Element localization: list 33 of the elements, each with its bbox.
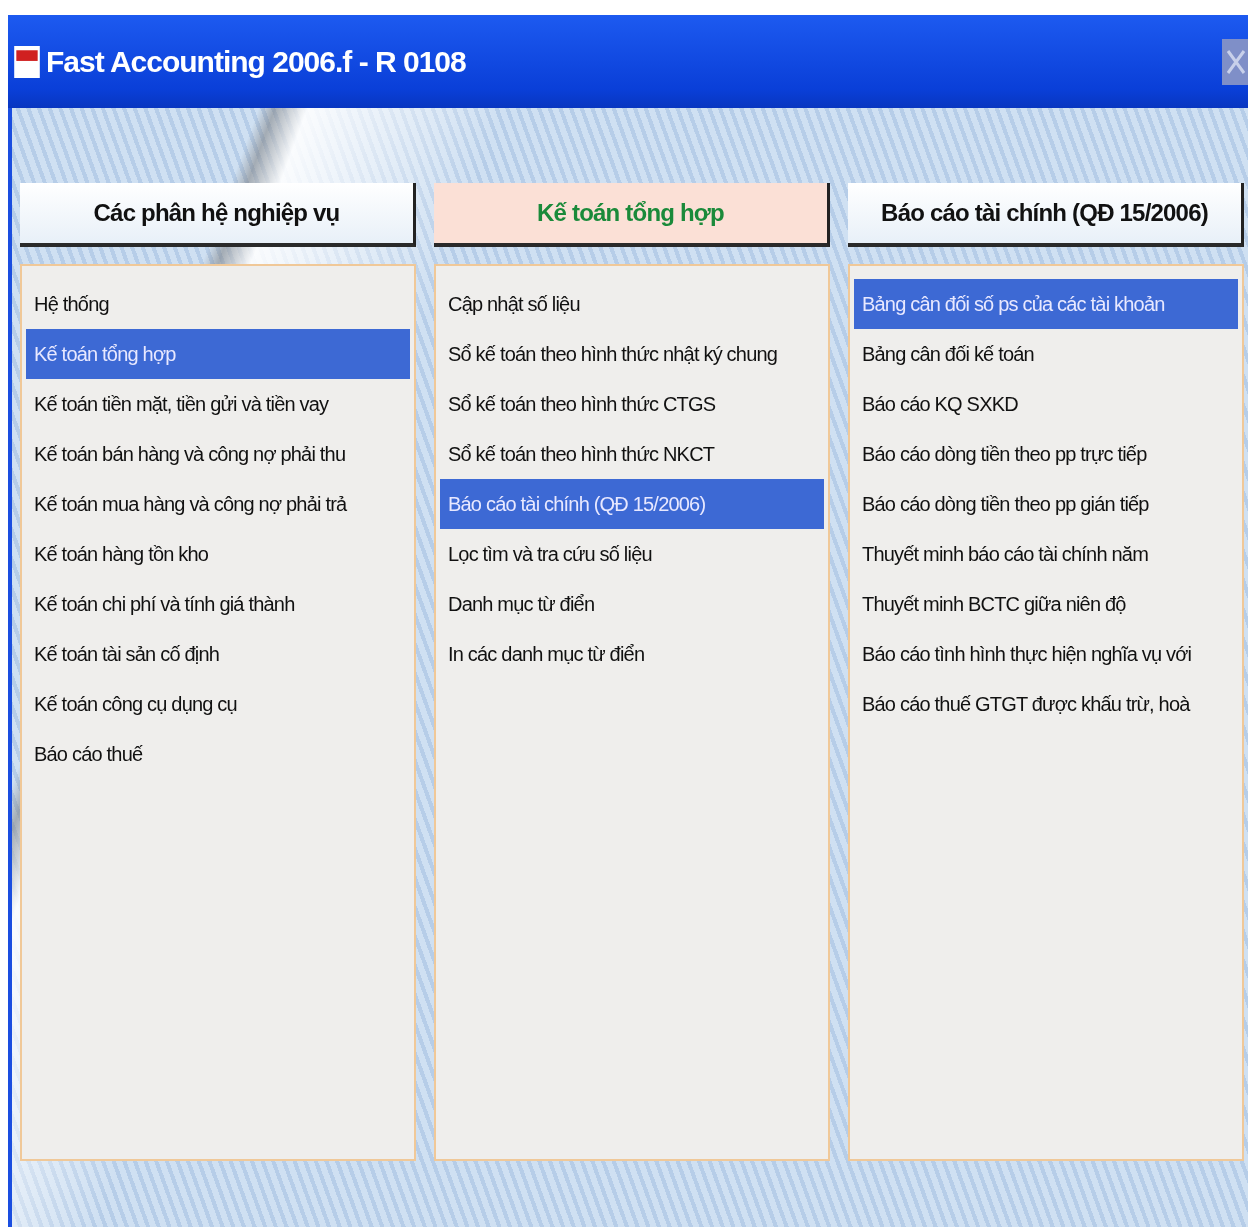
menu-item[interactable]: Bảng cân đối số ps của các tài khoản bbox=[854, 279, 1238, 329]
menu-item[interactable]: Kế toán công cụ dụng cụ bbox=[26, 679, 410, 729]
menu-item[interactable]: Kế toán hàng tồn kho bbox=[26, 529, 410, 579]
menu-item[interactable]: Cập nhật số liệu bbox=[440, 279, 824, 329]
column-header: Báo cáo tài chính (QĐ 15/2006) bbox=[848, 183, 1244, 247]
menu-item[interactable]: Kế toán chi phí và tính giá thành bbox=[26, 579, 410, 629]
menu-item[interactable]: Báo cáo dòng tiền theo pp gián tiếp bbox=[854, 479, 1238, 529]
menu-item[interactable]: Thuyết minh BCTC giữa niên độ bbox=[854, 579, 1238, 629]
menu-item[interactable]: Sổ kế toán theo hình thức CTGS bbox=[440, 379, 824, 429]
app-logo-icon bbox=[14, 45, 40, 78]
menu-item[interactable]: Báo cáo KQ SXKD bbox=[854, 379, 1238, 429]
menu-item[interactable]: Danh mục từ điển bbox=[440, 579, 824, 629]
menu-item[interactable]: Sổ kế toán theo hình thức NKCT bbox=[440, 429, 824, 479]
menu-item[interactable]: Báo cáo dòng tiền theo pp trực tiếp bbox=[854, 429, 1238, 479]
menu-item[interactable]: Lọc tìm và tra cứu số liệu bbox=[440, 529, 824, 579]
menu-item[interactable]: Kế toán mua hàng và công nợ phải trả bbox=[26, 479, 410, 529]
menu-item[interactable]: Báo cáo tài chính (QĐ 15/2006) bbox=[440, 479, 824, 529]
menu-item[interactable]: Thuyết minh báo cáo tài chính năm bbox=[854, 529, 1238, 579]
column-header: Các phân hệ nghiệp vụ bbox=[20, 183, 416, 247]
column-header: Kế toán tổng hợp bbox=[434, 183, 830, 247]
menu-item[interactable]: Báo cáo thuế GTGT được khấu trừ, hoà bbox=[854, 679, 1238, 729]
menu-item[interactable]: Báo cáo thuế bbox=[26, 729, 410, 779]
menu-item[interactable]: In các danh mục từ điển bbox=[440, 629, 824, 679]
window-title: Fast Accounting 2006.f - R 0108 bbox=[46, 44, 467, 79]
menu-item[interactable]: Bảng cân đối kế toán bbox=[854, 329, 1238, 379]
menu-item[interactable]: Kế toán tổng hợp bbox=[26, 329, 410, 379]
menu-item[interactable]: Kế toán tiền mặt, tiền gửi và tiền vay bbox=[26, 379, 410, 429]
menu-item[interactable]: Kế toán tài sản cố định bbox=[26, 629, 410, 679]
menu-item[interactable]: Sổ kế toán theo hình thức nhật ký chung bbox=[440, 329, 824, 379]
menu-item[interactable]: Báo cáo tình hình thực hiện nghĩa vụ với bbox=[854, 629, 1238, 679]
close-icon[interactable] bbox=[1222, 38, 1248, 85]
menu-item[interactable]: Hệ thống bbox=[26, 279, 410, 329]
menu-item[interactable]: Kế toán bán hàng và công nợ phải thu bbox=[26, 429, 410, 479]
